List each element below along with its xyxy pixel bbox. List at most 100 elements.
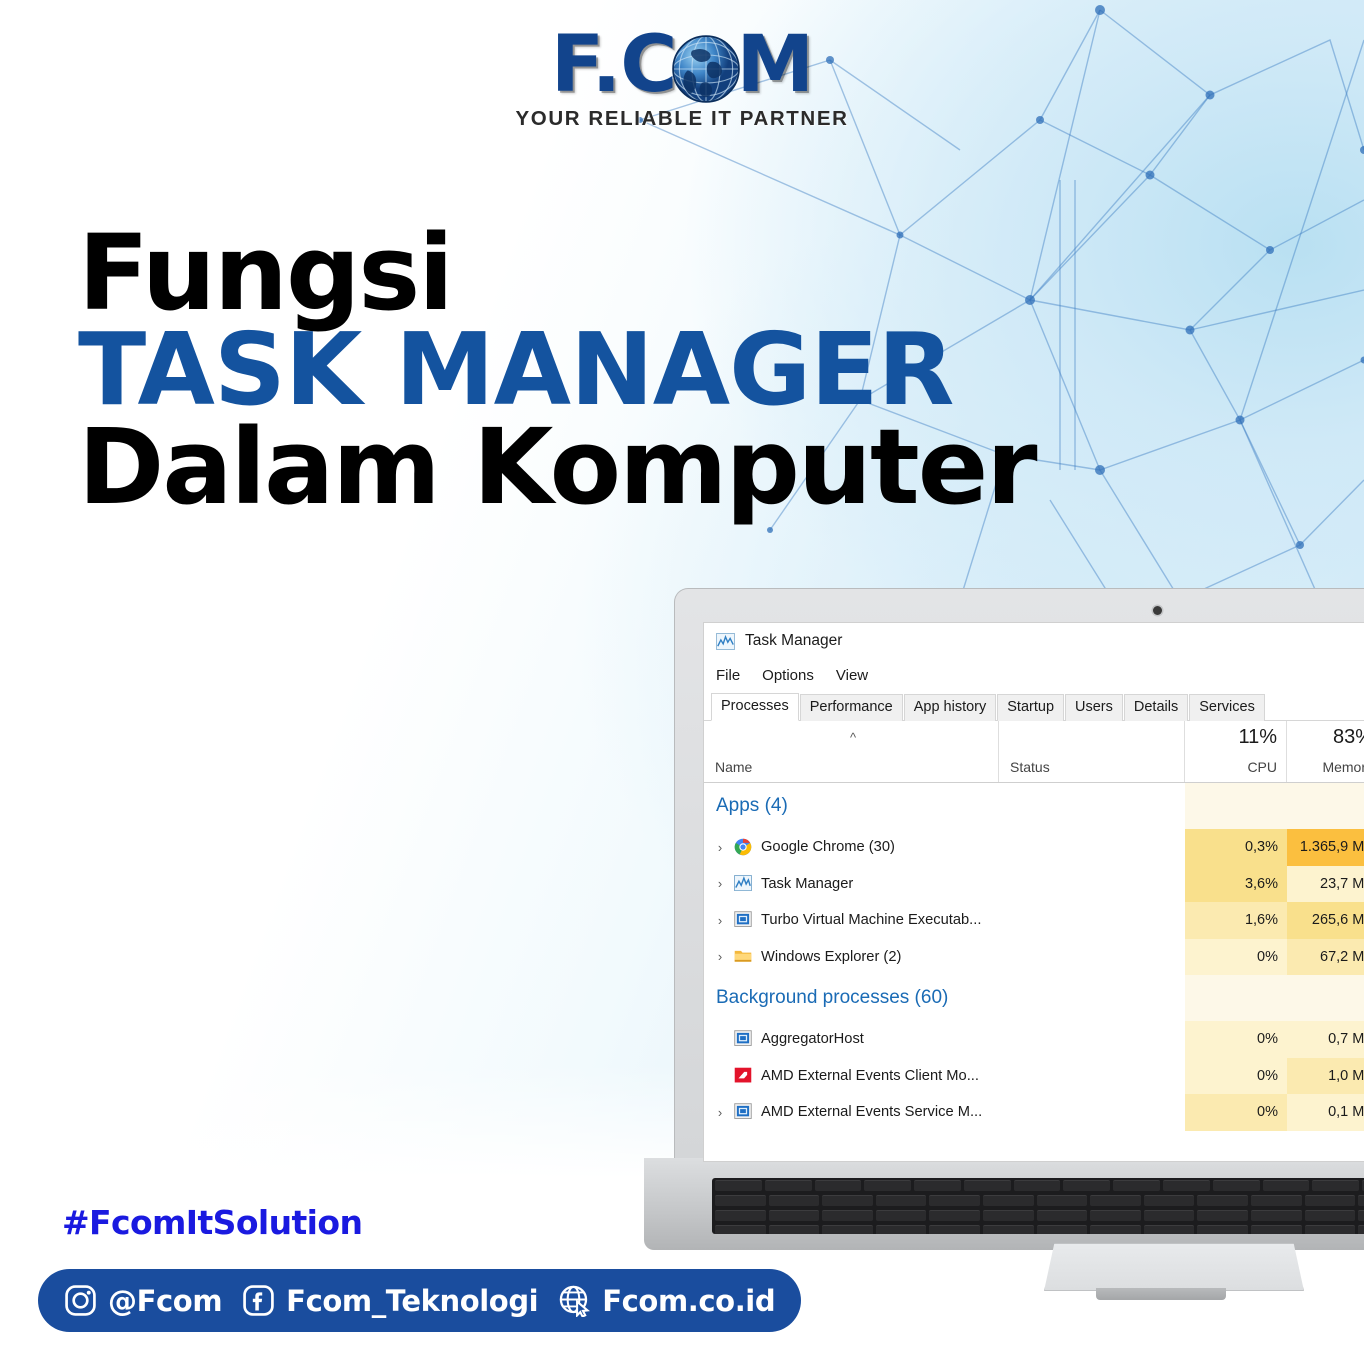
process-cpu-cell-value: 0%: [1257, 1104, 1278, 1121]
process-name-cell: AMD External Events Client Mo...: [704, 1058, 999, 1095]
tab-details[interactable]: Details: [1123, 694, 1189, 721]
chevron-right-icon[interactable]: ›: [710, 913, 730, 928]
keyboard-key: [929, 1210, 981, 1221]
keyboard-key: [822, 1195, 873, 1206]
process-memory-cell-value: 23,7 MB: [1320, 875, 1364, 892]
process-cpu-cell: 1,6%: [1185, 902, 1287, 939]
menu-item-view[interactable]: View: [836, 667, 868, 684]
keyboard-key: [864, 1180, 912, 1191]
social-website[interactable]: Fcom.co.id: [558, 1283, 776, 1318]
process-cpu-cell: 0%: [1185, 1094, 1287, 1131]
menu-item-file[interactable]: File: [716, 667, 740, 684]
process-group-header[interactable]: Background processes (60): [704, 975, 1364, 1021]
process-memory-cell-value: 1,0 MB: [1328, 1067, 1364, 1084]
column-header-status-label: Status: [1010, 759, 1050, 775]
table-row[interactable]: › Task Manager 3,6% 23,7 MB: [704, 865, 1364, 903]
tab-startup[interactable]: Startup: [997, 694, 1065, 721]
chevron-right-icon[interactable]: ›: [710, 876, 730, 891]
process-status-cell: [999, 939, 1185, 976]
table-row[interactable]: AMD External Events Client Mo... 0% 1,0 MB: [704, 1057, 1364, 1095]
keyboard-key: [875, 1195, 927, 1206]
keyboard-row: [712, 1178, 1364, 1193]
cpu-usage-percent: 11%: [1238, 726, 1277, 748]
keyboard-key: [983, 1195, 1034, 1206]
process-name-cell: › AMD External Events Service M...: [704, 1094, 999, 1131]
chevron-right-icon[interactable]: ›: [710, 1105, 730, 1120]
tab-services[interactable]: Services: [1189, 694, 1265, 721]
globe-cursor-icon: [559, 1285, 591, 1317]
keyboard-key: [768, 1225, 820, 1234]
social-website-label: Fcom.co.id: [602, 1283, 776, 1318]
chevron-right-icon[interactable]: ›: [710, 949, 730, 964]
menu-bar: File Options View: [704, 659, 1364, 691]
tab-processes[interactable]: Processes: [711, 693, 799, 721]
process-group-status: [999, 783, 1185, 829]
keyboard-row: [712, 1193, 1364, 1208]
keyboard-key: [929, 1195, 981, 1206]
keyboard-key: [822, 1210, 873, 1221]
column-header-name[interactable]: ^ Name: [704, 721, 999, 782]
column-header-memory[interactable]: 83% Memory: [1287, 721, 1364, 782]
table-row[interactable]: AggregatorHost 0% 0,7 MB: [704, 1021, 1364, 1058]
process-cpu-cell-value: 0%: [1257, 948, 1278, 965]
tab-performance[interactable]: Performance: [799, 694, 903, 721]
social-instagram[interactable]: @Fcom: [64, 1283, 223, 1318]
process-memory-cell-value: 0,7 MB: [1328, 1031, 1364, 1048]
logo-text-right: M: [736, 20, 815, 110]
keyboard-key: [1036, 1225, 1088, 1234]
table-row[interactable]: › Google Chrome (30) 0,3% 1.365,9 MB: [704, 829, 1364, 866]
process-memory-cell-value: 265,6 MB: [1311, 912, 1364, 929]
social-facebook[interactable]: Fcom_Teknologi: [242, 1284, 539, 1318]
table-row[interactable]: › Turbo Virtual Machine Executab... 1,6% 26…: [704, 902, 1364, 939]
keyboard-key: [1304, 1225, 1356, 1234]
keyboard-row: [712, 1223, 1364, 1234]
window-titlebar: Task Manager: [704, 623, 1364, 659]
table-row[interactable]: › Windows Explorer (2) 0% 67,2 MB: [704, 938, 1364, 976]
tab-app-history[interactable]: App history: [903, 694, 997, 721]
keyboard-key: [983, 1210, 1034, 1221]
keyboard-key: [1090, 1195, 1141, 1206]
window-icon: [734, 911, 752, 929]
process-memory-cell: 265,6 MB: [1287, 902, 1364, 939]
keyboard-key: [1212, 1180, 1260, 1191]
chevron-right-icon[interactable]: ›: [710, 840, 730, 855]
column-header-status[interactable]: Status: [999, 721, 1185, 782]
process-memory-cell: 0,7 MB: [1287, 1021, 1364, 1058]
social-media-bar: @Fcom Fcom_Teknologi Fcom.co.id: [38, 1269, 802, 1332]
webcam-icon: [1153, 606, 1162, 615]
process-name-label: AMD External Events Client Mo...: [761, 1067, 979, 1084]
process-cpu-cell: 0,3%: [1185, 829, 1287, 866]
menu-item-options[interactable]: Options: [762, 667, 814, 684]
process-status-cell: [999, 902, 1185, 939]
tab-users[interactable]: Users: [1065, 694, 1123, 721]
process-name-cell: › Task Manager: [704, 866, 999, 903]
keyboard-key: [875, 1210, 927, 1221]
keyboard-key: [1358, 1210, 1364, 1221]
keyboard-key: [1262, 1180, 1310, 1191]
keyboard-key: [822, 1225, 873, 1234]
column-header-cpu[interactable]: 11% CPU: [1185, 721, 1287, 782]
keyboard-key: [1304, 1195, 1356, 1206]
keyboard-key: [1090, 1210, 1141, 1221]
column-header-name-label: Name: [715, 759, 753, 775]
keyboard-key: [1036, 1210, 1088, 1221]
social-instagram-label: @Fcom: [108, 1283, 223, 1318]
process-cpu-cell-value: 0%: [1257, 1067, 1278, 1084]
process-memory-cell-value: 0,1 MB: [1328, 1104, 1364, 1121]
process-cpu-cell: 0%: [1185, 1021, 1287, 1058]
process-name-cell: › Turbo Virtual Machine Executab...: [704, 902, 999, 939]
process-status-cell: [999, 1021, 1185, 1058]
process-name-cell: › Google Chrome (30): [704, 829, 999, 866]
memory-usage-percent: 83%: [1332, 726, 1364, 748]
keyboard-key: [768, 1210, 820, 1221]
process-memory-cell: 23,7 MB: [1287, 865, 1364, 902]
process-group-header[interactable]: Apps (4): [704, 783, 1364, 829]
keyboard-row: [712, 1208, 1364, 1223]
process-cpu-cell: 0%: [1185, 1057, 1287, 1094]
keyboard-key: [1358, 1225, 1364, 1234]
process-name-cell: › Windows Explorer (2): [704, 939, 999, 976]
table-row[interactable]: › AMD External Events Service M... 0% 0,1 M…: [704, 1094, 1364, 1131]
facebook-icon: [243, 1285, 274, 1316]
tab-bar: Processes Performance App history Startu…: [704, 691, 1364, 721]
keyboard-key: [1013, 1180, 1061, 1191]
